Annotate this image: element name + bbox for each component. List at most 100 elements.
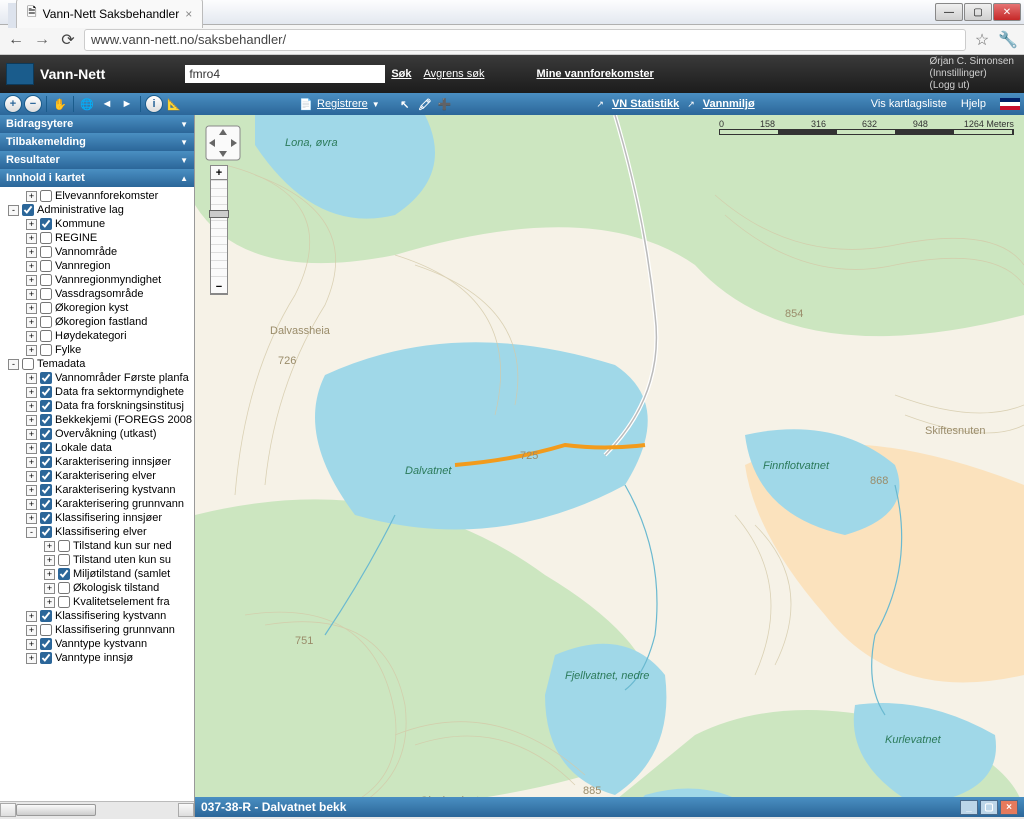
- layer-checkbox[interactable]: [40, 512, 52, 524]
- expand-icon[interactable]: +: [26, 401, 37, 412]
- layer-checkbox[interactable]: [40, 274, 52, 286]
- tree-item[interactable]: -Klassifisering elver: [0, 525, 194, 539]
- expand-icon[interactable]: +: [26, 247, 37, 258]
- expand-icon[interactable]: +: [26, 219, 37, 230]
- tree-item[interactable]: +Overvåkning (utkast): [0, 427, 194, 441]
- expand-icon[interactable]: +: [26, 415, 37, 426]
- info-icon[interactable]: i: [145, 95, 163, 113]
- layer-tree[interactable]: +Elvevannforekomster-Administrative lag +…: [0, 187, 194, 801]
- tree-item[interactable]: -Temadata: [0, 357, 194, 371]
- pointer-icon[interactable]: ↖: [396, 95, 414, 113]
- tree-item[interactable]: +Karakterisering grunnvann: [0, 497, 194, 511]
- window-close-button[interactable]: ✕: [993, 3, 1021, 21]
- expand-icon[interactable]: +: [26, 471, 37, 482]
- back-button[interactable]: ←: [6, 30, 26, 50]
- layer-checkbox[interactable]: [40, 288, 52, 300]
- expand-icon[interactable]: +: [26, 625, 37, 636]
- search-input[interactable]: [185, 65, 385, 83]
- help-link[interactable]: Hjelp: [961, 98, 986, 110]
- vn-statistikk-link[interactable]: VN Statistikk: [612, 98, 679, 110]
- layer-checkbox[interactable]: [40, 316, 52, 328]
- layer-checkbox[interactable]: [40, 610, 52, 622]
- expand-icon[interactable]: +: [26, 331, 37, 342]
- reload-button[interactable]: ⟳: [58, 30, 78, 50]
- zoom-in-icon[interactable]: +: [4, 95, 22, 113]
- expand-icon[interactable]: +: [26, 303, 37, 314]
- layer-checkbox[interactable]: [58, 540, 70, 552]
- expand-icon[interactable]: +: [26, 261, 37, 272]
- expand-icon[interactable]: +: [26, 373, 37, 384]
- expand-icon[interactable]: +: [26, 275, 37, 286]
- tree-item[interactable]: -Administrative lag: [0, 203, 194, 217]
- scroll-right-button[interactable]: [178, 803, 194, 817]
- tree-item[interactable]: +Kvalitetselement fra: [0, 595, 194, 609]
- tree-item[interactable]: +Klassifisering kystvann: [0, 609, 194, 623]
- expand-icon[interactable]: -: [26, 527, 37, 538]
- minimize-button[interactable]: —: [935, 3, 963, 21]
- expand-icon[interactable]: +: [44, 583, 55, 594]
- wrench-icon[interactable]: 🔧: [998, 30, 1018, 50]
- expand-icon[interactable]: +: [26, 485, 37, 496]
- tree-item[interactable]: +Miljøtilstand (samlet: [0, 567, 194, 581]
- close-icon[interactable]: ×: [185, 7, 192, 21]
- tree-item[interactable]: +Økoregion fastland: [0, 315, 194, 329]
- layer-checkbox[interactable]: [40, 232, 52, 244]
- layer-checkbox[interactable]: [40, 372, 52, 384]
- forward-button[interactable]: →: [32, 30, 52, 50]
- horizontal-scrollbar[interactable]: [0, 801, 194, 817]
- map-viewport[interactable]: + − 01583166329481264 Meters Lona, øvraD…: [195, 115, 1024, 817]
- panel-resultater[interactable]: Resultater▼: [0, 151, 194, 169]
- user-logout-link[interactable]: (Logg ut): [930, 80, 1014, 92]
- layer-checkbox[interactable]: [40, 652, 52, 664]
- layer-checkbox[interactable]: [40, 330, 52, 342]
- maximize-button[interactable]: ▢: [964, 3, 992, 21]
- layer-checkbox[interactable]: [40, 190, 52, 202]
- bookmark-icon[interactable]: ☆: [972, 30, 992, 50]
- vannmiljo-link[interactable]: Vannmiljø: [703, 98, 755, 110]
- layer-checkbox[interactable]: [58, 596, 70, 608]
- zoom-track[interactable]: [211, 180, 227, 280]
- tree-item[interactable]: +REGINE: [0, 231, 194, 245]
- pan-icon[interactable]: ✋: [51, 95, 69, 113]
- layer-checkbox[interactable]: [22, 358, 34, 370]
- tree-item[interactable]: +Tilstand kun sur ned: [0, 539, 194, 553]
- zoom-out-icon[interactable]: −: [24, 95, 42, 113]
- tree-item[interactable]: +Vanntype innsjø: [0, 651, 194, 665]
- tree-item[interactable]: +Data fra sektormyndighete: [0, 385, 194, 399]
- tree-item[interactable]: +Vannområde: [0, 245, 194, 259]
- tree-item[interactable]: +Økoregion kyst: [0, 301, 194, 315]
- scroll-thumb[interactable]: [16, 804, 96, 816]
- expand-icon[interactable]: +: [26, 653, 37, 664]
- register-icon[interactable]: 📄: [297, 95, 315, 113]
- measure-icon[interactable]: 📐: [165, 95, 183, 113]
- url-input[interactable]: [84, 29, 966, 51]
- layer-checkbox[interactable]: [40, 414, 52, 426]
- search-button[interactable]: Søk: [391, 68, 411, 80]
- tree-item[interactable]: +Vanntype kystvann: [0, 637, 194, 651]
- layer-checkbox[interactable]: [40, 470, 52, 482]
- language-flag-icon[interactable]: [1000, 98, 1020, 110]
- register-dropdown[interactable]: Registrere: [317, 98, 368, 110]
- zoom-thumb[interactable]: [209, 210, 229, 218]
- expand-icon[interactable]: +: [26, 457, 37, 468]
- layer-checkbox[interactable]: [40, 526, 52, 538]
- tree-item[interactable]: +Økologisk tilstand: [0, 581, 194, 595]
- tree-item[interactable]: +Vannregionmyndighet: [0, 273, 194, 287]
- expand-icon[interactable]: +: [26, 429, 37, 440]
- layer-checkbox[interactable]: [40, 428, 52, 440]
- panel-bidragsytere[interactable]: Bidragsytere▼: [0, 115, 194, 133]
- zoom-slider[interactable]: + −: [210, 165, 228, 295]
- layer-checkbox[interactable]: [40, 260, 52, 272]
- expand-icon[interactable]: -: [8, 205, 19, 216]
- layer-checkbox[interactable]: [40, 246, 52, 258]
- layer-list-link[interactable]: Vis kartlagsliste: [871, 98, 947, 110]
- footer-close-button[interactable]: ×: [1000, 800, 1018, 815]
- layer-checkbox[interactable]: [40, 456, 52, 468]
- layer-checkbox[interactable]: [58, 554, 70, 566]
- layer-checkbox[interactable]: [40, 442, 52, 454]
- tree-item[interactable]: +Vannregion: [0, 259, 194, 273]
- tree-item[interactable]: +Elvevannforekomster: [0, 189, 194, 203]
- pan-control[interactable]: [205, 125, 241, 161]
- footer-max-button[interactable]: ▢: [980, 800, 998, 815]
- tree-item[interactable]: +Karakterisering kystvann: [0, 483, 194, 497]
